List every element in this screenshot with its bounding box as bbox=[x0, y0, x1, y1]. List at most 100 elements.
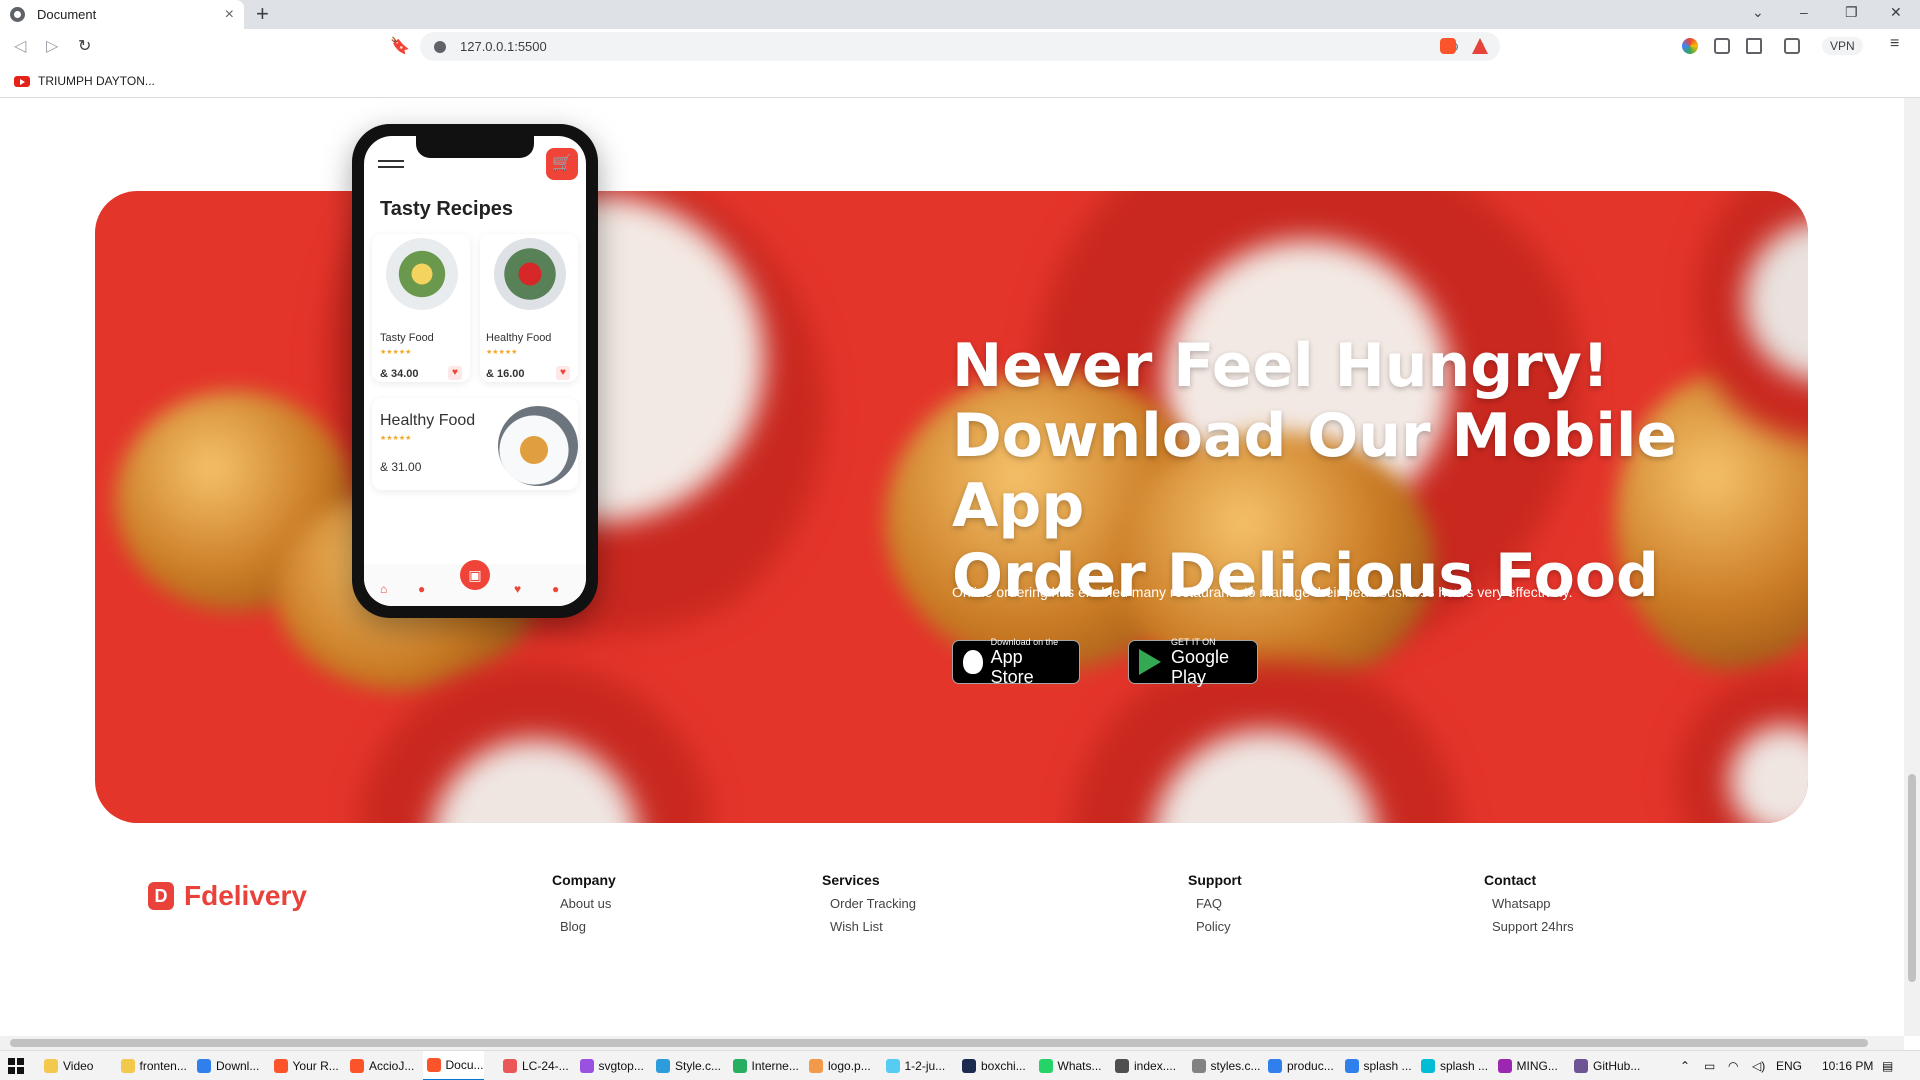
food-name: Healthy Food bbox=[486, 332, 552, 344]
app-label: Video bbox=[63, 1059, 94, 1073]
logo-icon: D bbox=[148, 882, 174, 910]
footer-link-blog[interactable]: Blog bbox=[560, 919, 616, 934]
horizontal-scrollbar[interactable] bbox=[0, 1036, 1904, 1050]
taskbar-app[interactable]: Style.c... bbox=[652, 1051, 721, 1080]
taskbar-app[interactable]: MING... bbox=[1494, 1051, 1558, 1080]
bag-icon: ▣ bbox=[460, 560, 490, 590]
close-window-button[interactable]: ✕ bbox=[1890, 4, 1902, 21]
wallet-icon[interactable] bbox=[1784, 38, 1800, 54]
taskbar-app[interactable]: AccioJ... bbox=[346, 1051, 414, 1080]
reload-icon[interactable]: ↻ bbox=[78, 36, 91, 56]
restore-button[interactable]: ❐ bbox=[1845, 4, 1858, 21]
taskbar-app[interactable]: LC-24-... bbox=[499, 1051, 569, 1080]
app-icon bbox=[350, 1059, 364, 1073]
bookmark-icon[interactable]: 🔖 bbox=[390, 36, 410, 56]
taskbar-app[interactable]: boxchi... bbox=[958, 1051, 1026, 1080]
footer-link-policy[interactable]: Policy bbox=[1196, 919, 1242, 934]
taskbar-app[interactable]: index.... bbox=[1111, 1051, 1176, 1080]
extension-color-icon[interactable] bbox=[1682, 38, 1698, 54]
taskbar-app[interactable]: Downl... bbox=[193, 1051, 259, 1080]
banner-headline: Never Feel Hungry! Download Our Mobile A… bbox=[952, 331, 1772, 611]
scroll-thumb[interactable] bbox=[10, 1039, 1868, 1047]
app-icon bbox=[1038, 1059, 1053, 1073]
volume-icon[interactable]: ◁) bbox=[1752, 1059, 1765, 1073]
google-play-button[interactable]: GET IT ON Google Play bbox=[1128, 637, 1258, 687]
taskbar-app[interactable]: splash ... bbox=[1417, 1051, 1488, 1080]
heart-icon: ♥ bbox=[556, 366, 570, 380]
footer-link-order-tracking[interactable]: Order Tracking bbox=[830, 896, 916, 911]
headline-line-3: Order Delicious Food bbox=[952, 541, 1659, 611]
taskbar-app[interactable]: Docu... bbox=[422, 1051, 484, 1080]
taskbar-app[interactable]: Video bbox=[40, 1051, 93, 1080]
language-indicator[interactable]: ENG bbox=[1776, 1059, 1802, 1073]
wifi-icon[interactable]: ◠ bbox=[1728, 1059, 1738, 1073]
footer-link-whatsapp[interactable]: Whatsapp bbox=[1492, 896, 1574, 911]
site-info-icon[interactable] bbox=[434, 40, 446, 53]
bookmark-triumph[interactable]: TRIUMPH DAYTON... bbox=[38, 74, 155, 88]
taskbar-app[interactable]: Whats... bbox=[1035, 1051, 1102, 1080]
app-label: splash ... bbox=[1440, 1059, 1489, 1073]
footer-link-faq[interactable]: FAQ bbox=[1196, 896, 1242, 911]
footer-title: Support bbox=[1188, 872, 1242, 888]
footer-link-wish-list[interactable]: Wish List bbox=[830, 919, 916, 934]
banner-subtext: Online ordering has enabled many restaur… bbox=[952, 584, 1573, 600]
bucket-image bbox=[1055, 661, 1475, 823]
menu-icon[interactable]: ≡ bbox=[1890, 35, 1899, 53]
extensions-icon[interactable] bbox=[1714, 38, 1730, 54]
taskbar-app[interactable]: produc... bbox=[1264, 1051, 1334, 1080]
vertical-scrollbar[interactable] bbox=[1904, 98, 1920, 1036]
taskbar-app[interactable]: svgtop... bbox=[576, 1051, 644, 1080]
clock[interactable]: 10:16 PM bbox=[1822, 1059, 1873, 1073]
app-label: AccioJ... bbox=[369, 1059, 415, 1073]
footer-logo[interactable]: D Fdelivery bbox=[148, 880, 307, 912]
taskbar-app[interactable]: splash ... bbox=[1341, 1051, 1412, 1080]
app-label: Docu... bbox=[445, 1058, 484, 1072]
app-label: Downl... bbox=[216, 1059, 260, 1073]
taskbar-app[interactable]: GitHub... bbox=[1570, 1051, 1640, 1080]
footer-title: Services bbox=[822, 872, 880, 888]
network-icon[interactable]: ▭ bbox=[1704, 1059, 1715, 1073]
globe-icon bbox=[10, 7, 25, 22]
tab-title: Document bbox=[37, 7, 97, 22]
tab-search-icon[interactable]: ⌄ bbox=[1752, 4, 1764, 21]
browser-toolbar: ◁ ▷ ↻ 🔖 127.0.0.1:5500 ⊖ ⇪ VPN ≡ bbox=[0, 29, 1920, 65]
home-icon: ⌂ bbox=[380, 582, 388, 596]
taskbar-app[interactable]: styles.c... bbox=[1188, 1051, 1261, 1080]
minimize-button[interactable]: – bbox=[1800, 4, 1808, 20]
address-bar[interactable]: 127.0.0.1:5500 ⊖ ⇪ bbox=[420, 32, 1500, 61]
footer-link-about[interactable]: About us bbox=[560, 896, 616, 911]
app-label: splash ... bbox=[1363, 1059, 1412, 1073]
windows-taskbar: Video fronten... Downl... Your R... AccioJ..… bbox=[0, 1050, 1920, 1080]
app-store-button[interactable]: Download on the App Store bbox=[952, 637, 1080, 687]
new-tab-button[interactable]: + bbox=[256, 3, 269, 25]
vpn-button[interactable]: VPN bbox=[1822, 37, 1863, 55]
app-label: Whats... bbox=[1057, 1059, 1102, 1073]
heart-icon: ♥ bbox=[448, 366, 462, 380]
app-store-small: Download on the bbox=[990, 637, 1059, 647]
taskbar-app[interactable]: fronten... bbox=[117, 1051, 187, 1080]
footer-link-support[interactable]: Support 24hrs bbox=[1492, 919, 1574, 934]
app-label: styles.c... bbox=[1210, 1059, 1261, 1073]
taskbar-app[interactable]: Interne... bbox=[729, 1051, 799, 1080]
dish-image bbox=[498, 406, 578, 486]
app-label: 1-2-ju... bbox=[904, 1059, 946, 1073]
taskbar-app[interactable]: logo.p... bbox=[805, 1051, 871, 1080]
taskbar-app[interactable]: 1-2-ju... bbox=[882, 1051, 946, 1080]
forward-icon[interactable]: ▷ bbox=[46, 36, 58, 56]
app-label: produc... bbox=[1287, 1059, 1334, 1073]
scroll-thumb[interactable] bbox=[1908, 774, 1916, 982]
tab-close-icon[interactable]: × bbox=[225, 6, 234, 24]
notification-center-icon[interactable]: ▤ bbox=[1882, 1059, 1893, 1073]
tray-chevron-icon[interactable]: ⌃ bbox=[1680, 1059, 1690, 1073]
taskbar-app[interactable]: Your R... bbox=[270, 1051, 339, 1080]
windows-start-icon[interactable] bbox=[8, 1058, 24, 1074]
footer-column-company: Company About us Blog bbox=[552, 872, 616, 942]
brave-shield-icon[interactable] bbox=[1440, 38, 1456, 54]
app-label: index.... bbox=[1134, 1059, 1177, 1073]
food-card-wide: Healthy Food ★★★★★ & 31.00 bbox=[372, 398, 578, 490]
dish-image bbox=[386, 238, 458, 310]
back-icon[interactable]: ◁ bbox=[14, 36, 26, 56]
tab-document[interactable]: Document × bbox=[0, 0, 244, 29]
app-icon bbox=[962, 1059, 976, 1073]
sidebar-icon[interactable] bbox=[1746, 38, 1762, 54]
